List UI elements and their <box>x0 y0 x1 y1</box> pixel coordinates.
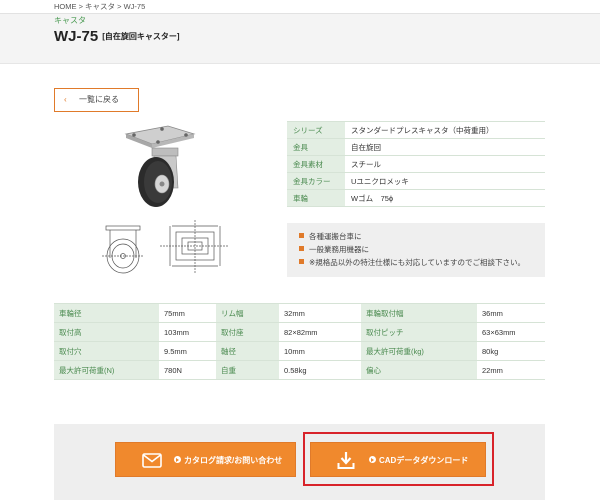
dimension-key: リム幅 <box>216 303 279 323</box>
dimension-value: 63×63mm <box>477 322 545 342</box>
caster-photo <box>124 125 196 207</box>
spec-value: 自在旋回 <box>345 138 545 156</box>
dimension-key: 取付高 <box>54 322 159 342</box>
bullet-icon <box>299 246 304 251</box>
spec-value: Uユニクロメッキ <box>345 172 545 190</box>
product-type: [自在旋回キャスター] <box>102 32 180 41</box>
dimension-value: 75mm <box>159 303 216 323</box>
dimension-key: 取付穴 <box>54 341 159 361</box>
dimension-value: 32mm <box>279 303 361 323</box>
table-row: 車輪径 75mm リム幅 32mm 車輪取付幅 36mm <box>54 303 545 323</box>
note-item: ※規格品以外の特注仕様にも対応していますのでご相談下さい。 <box>299 258 525 268</box>
dimension-key: 取付ピッチ <box>361 322 477 342</box>
caster-drawing <box>102 220 228 274</box>
dimension-value: 22mm <box>477 360 545 380</box>
spec-row: 金具カラー Uユニクロメッキ <box>287 172 545 190</box>
spec-key: 金具素材 <box>287 155 345 173</box>
spec-value: Wゴム 75ϕ <box>345 189 545 207</box>
dimension-key: 最大許可荷重(N) <box>54 360 159 380</box>
cad-button-label: CADデータダウンロード <box>379 456 469 465</box>
bullet-icon <box>299 233 304 238</box>
dimension-value: 80kg <box>477 341 545 361</box>
dimension-value: 82×82mm <box>279 322 361 342</box>
dimension-key: 自重 <box>216 360 279 380</box>
back-to-list-button[interactable]: ‹ 一覧に戻る <box>54 88 139 112</box>
dimension-table: 車輪径 75mm リム幅 32mm 車輪取付幅 36mm 取付高 103mm 取付座 82×82m… <box>54 303 545 380</box>
dimension-value: 103mm <box>159 322 216 342</box>
dimension-key: 偏心 <box>361 360 477 380</box>
table-row: 取付高 103mm 取付座 82×82mm 取付ピッチ 63×63mm <box>54 322 545 342</box>
dimension-value: 10mm <box>279 341 361 361</box>
dimension-key: 取付座 <box>216 322 279 342</box>
back-button-label: 一覧に戻る <box>79 95 119 104</box>
cad-download-button[interactable]: CADデータダウンロード <box>310 442 486 477</box>
dimension-value: 0.58kg <box>279 360 361 380</box>
spec-row: 車輪 Wゴム 75ϕ <box>287 189 545 207</box>
spec-key: 金具 <box>287 138 345 156</box>
spec-key: シリーズ <box>287 121 345 139</box>
spec-key: 車輪 <box>287 189 345 207</box>
dimension-value: 780N <box>159 360 216 380</box>
spec-value: スタンダードプレスキャスタ（中荷重用） <box>345 121 545 139</box>
spec-row: 金具 自在旋回 <box>287 138 545 156</box>
chevron-left-icon: ‹ <box>64 95 67 104</box>
spec-key: 金具カラー <box>287 172 345 190</box>
table-row: 取付穴 9.5mm 軸径 10mm 最大許可荷重(kg) 80kg <box>54 341 545 361</box>
spec-value: スチール <box>345 155 545 173</box>
dimension-key: 軸径 <box>216 341 279 361</box>
mail-icon <box>142 453 162 468</box>
usage-notes: 各種運搬台車に 一般業務用機器に ※規格品以外の特注仕様にも対応していますのでご… <box>287 223 545 277</box>
dimension-value: 36mm <box>477 303 545 323</box>
spec-table: シリーズ スタンダードプレスキャスタ（中荷重用） 金具 自在旋回 金具素材 スチール 金具カ… <box>287 121 545 207</box>
note-item: 一般業務用機器に <box>299 245 369 255</box>
dimension-key: 車輪径 <box>54 303 159 323</box>
breadcrumb: HOME > キャスタ > WJ-75 <box>54 2 146 11</box>
download-icon <box>337 452 355 469</box>
dimension-value: 9.5mm <box>159 341 216 361</box>
top-bar: HOME > キャスタ > WJ-75 <box>0 0 600 14</box>
table-row: 最大許可荷重(N) 780N 自重 0.58kg 偏心 22mm <box>54 360 545 380</box>
arrow-circle-icon <box>369 456 376 463</box>
dimension-key: 車輪取付幅 <box>361 303 477 323</box>
catalog-button-label: カタログ請求/お問い合わせ <box>184 456 283 465</box>
page-title: WJ-75 [自在旋回キャスター] <box>54 28 180 46</box>
catalog-request-button[interactable]: カタログ請求/お問い合わせ <box>115 442 296 477</box>
bullet-icon <box>299 259 304 264</box>
arrow-circle-icon <box>174 456 181 463</box>
note-item: 各種運搬台車に <box>299 232 362 242</box>
product-name: WJ-75 <box>54 28 99 45</box>
dimension-key: 最大許可荷重(kg) <box>361 341 477 361</box>
spec-row: 金具素材 スチール <box>287 155 545 173</box>
category-label: キャスタ <box>54 16 86 25</box>
spec-row: シリーズ スタンダードプレスキャスタ（中荷重用） <box>287 121 545 139</box>
